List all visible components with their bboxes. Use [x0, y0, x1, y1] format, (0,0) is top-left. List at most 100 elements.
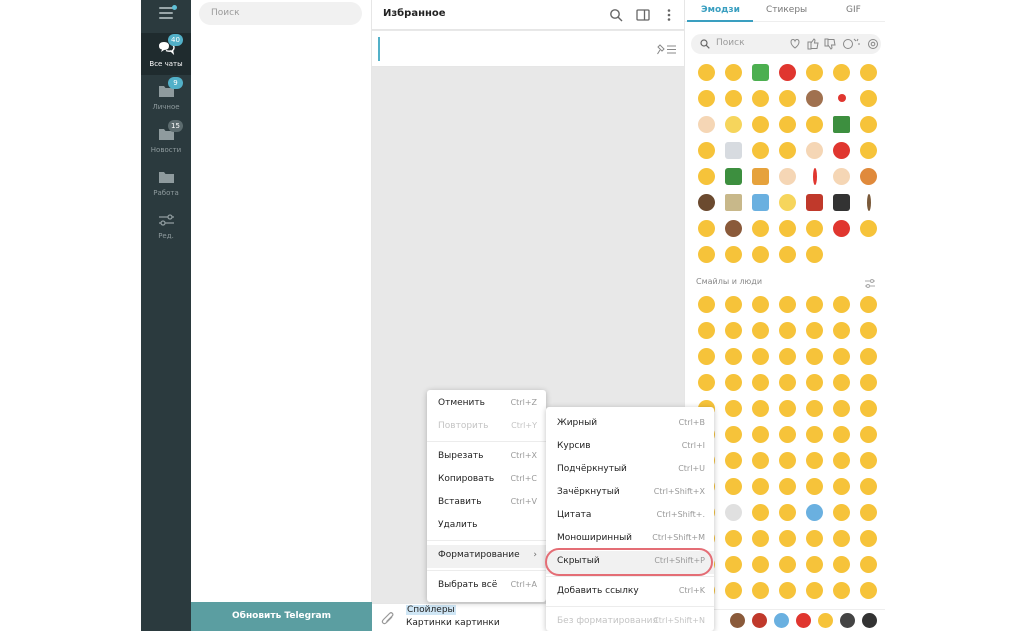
emoji-item[interactable] [720, 369, 747, 395]
emoji-item[interactable] [828, 551, 855, 577]
more-vertical-icon[interactable] [662, 8, 676, 22]
emoji-item[interactable] [828, 525, 855, 551]
emoji-item[interactable] [774, 343, 801, 369]
emoji-item[interactable] [774, 369, 801, 395]
emoji-item[interactable] [828, 369, 855, 395]
emoji-item[interactable] [774, 577, 801, 603]
emoji-item[interactable] [855, 577, 882, 603]
menu-item-copy[interactable]: Копировать Ctrl+C [427, 469, 546, 492]
emoji-item[interactable] [720, 163, 747, 189]
emoji-item[interactable] [693, 163, 720, 189]
emoji-item[interactable] [720, 551, 747, 577]
emoji-pack-icon[interactable] [752, 613, 767, 628]
folder-work[interactable]: Работа [141, 162, 191, 204]
emoji-category-icons[interactable] [788, 38, 878, 50]
menu-item-quote[interactable]: Цитата Ctrl+Shift+. [546, 505, 714, 528]
emoji-item[interactable] [801, 447, 828, 473]
menu-item-delete[interactable]: Удалить [427, 515, 546, 538]
emoji-item[interactable] [774, 215, 801, 241]
emoji-item[interactable] [828, 499, 855, 525]
emoji-item[interactable] [693, 137, 720, 163]
emoji-item[interactable] [720, 291, 747, 317]
emoji-item[interactable] [747, 473, 774, 499]
emoji-item[interactable] [720, 317, 747, 343]
emoji-item[interactable] [801, 395, 828, 421]
emoji-item[interactable] [828, 447, 855, 473]
menu-item-cut[interactable]: Вырезать Ctrl+X [427, 446, 546, 469]
emoji-item[interactable] [747, 421, 774, 447]
emoji-item[interactable] [855, 369, 882, 395]
attach-paperclip-icon[interactable] [381, 611, 395, 627]
message-text-line-2[interactable]: Картинки картинки [406, 618, 500, 628]
emoji-item[interactable] [801, 215, 828, 241]
emoji-item[interactable] [828, 343, 855, 369]
emoji-item[interactable] [855, 421, 882, 447]
folder-personal[interactable]: 9 Личное [141, 76, 191, 118]
emoji-item[interactable] [720, 577, 747, 603]
emoji-item[interactable] [828, 163, 855, 189]
emoji-item[interactable] [774, 421, 801, 447]
pinned-message-bar[interactable] [372, 31, 684, 67]
emoji-item[interactable] [855, 291, 882, 317]
folder-edit[interactable]: Ред. [141, 205, 191, 247]
emoji-item[interactable] [693, 343, 720, 369]
emoji-item[interactable] [747, 447, 774, 473]
tab-emoji[interactable]: Эмодзи [701, 5, 740, 15]
emoji-item[interactable] [855, 317, 882, 343]
emoji-item[interactable] [855, 85, 882, 111]
emoji-item[interactable] [828, 473, 855, 499]
menu-item-clear-formatting[interactable]: Без форматирования Ctrl+Shift+N [546, 611, 714, 631]
emoji-item[interactable] [720, 189, 747, 215]
emoji-item[interactable] [720, 499, 747, 525]
emoji-item[interactable] [828, 85, 855, 111]
emoji-item[interactable] [801, 291, 828, 317]
emoji-item[interactable] [720, 137, 747, 163]
emoji-item[interactable] [801, 551, 828, 577]
emoji-item[interactable] [828, 421, 855, 447]
emoji-pack-icon[interactable] [796, 613, 811, 628]
emoji-item[interactable] [720, 215, 747, 241]
emoji-item[interactable] [801, 525, 828, 551]
emoji-item[interactable] [720, 85, 747, 111]
emoji-item[interactable] [828, 317, 855, 343]
emoji-item[interactable] [747, 241, 774, 267]
emoji-item[interactable] [801, 499, 828, 525]
emoji-item[interactable] [855, 473, 882, 499]
emoji-item[interactable] [747, 85, 774, 111]
emoji-item[interactable] [855, 163, 882, 189]
emoji-item[interactable] [855, 137, 882, 163]
emoji-item[interactable] [828, 111, 855, 137]
emoji-item[interactable] [828, 189, 855, 215]
emoji-item[interactable] [801, 317, 828, 343]
emoji-item[interactable] [693, 85, 720, 111]
update-telegram-button[interactable]: Обновить Telegram [191, 602, 372, 631]
emoji-item[interactable] [801, 59, 828, 85]
emoji-pack-icon[interactable] [774, 613, 789, 628]
emoji-item[interactable] [693, 189, 720, 215]
menu-item-formatting[interactable]: Форматирование › [427, 545, 546, 568]
emoji-item[interactable] [801, 85, 828, 111]
emoji-item[interactable] [747, 499, 774, 525]
emoji-item[interactable] [747, 111, 774, 137]
emoji-item[interactable] [720, 59, 747, 85]
emoji-item[interactable] [801, 163, 828, 189]
emoji-item[interactable] [855, 447, 882, 473]
search-icon[interactable] [609, 8, 623, 22]
emoji-item[interactable] [828, 395, 855, 421]
emoji-item[interactable] [747, 215, 774, 241]
emoji-item[interactable] [828, 215, 855, 241]
emoji-item[interactable] [774, 111, 801, 137]
emoji-item[interactable] [828, 59, 855, 85]
emoji-item[interactable] [774, 189, 801, 215]
menu-item-paste[interactable]: Вставить Ctrl+V [427, 492, 546, 515]
emoji-pack-icon[interactable] [862, 613, 877, 628]
emoji-item[interactable] [855, 395, 882, 421]
emoji-item[interactable] [828, 137, 855, 163]
folder-news[interactable]: 15 Новости [141, 119, 191, 161]
menu-item-undo[interactable]: Отменить Ctrl+Z [427, 393, 546, 416]
emoji-item[interactable] [774, 551, 801, 577]
emoji-item[interactable] [693, 215, 720, 241]
emoji-item[interactable] [774, 137, 801, 163]
emoji-item[interactable] [747, 395, 774, 421]
tab-gif[interactable]: GIF [846, 5, 861, 15]
